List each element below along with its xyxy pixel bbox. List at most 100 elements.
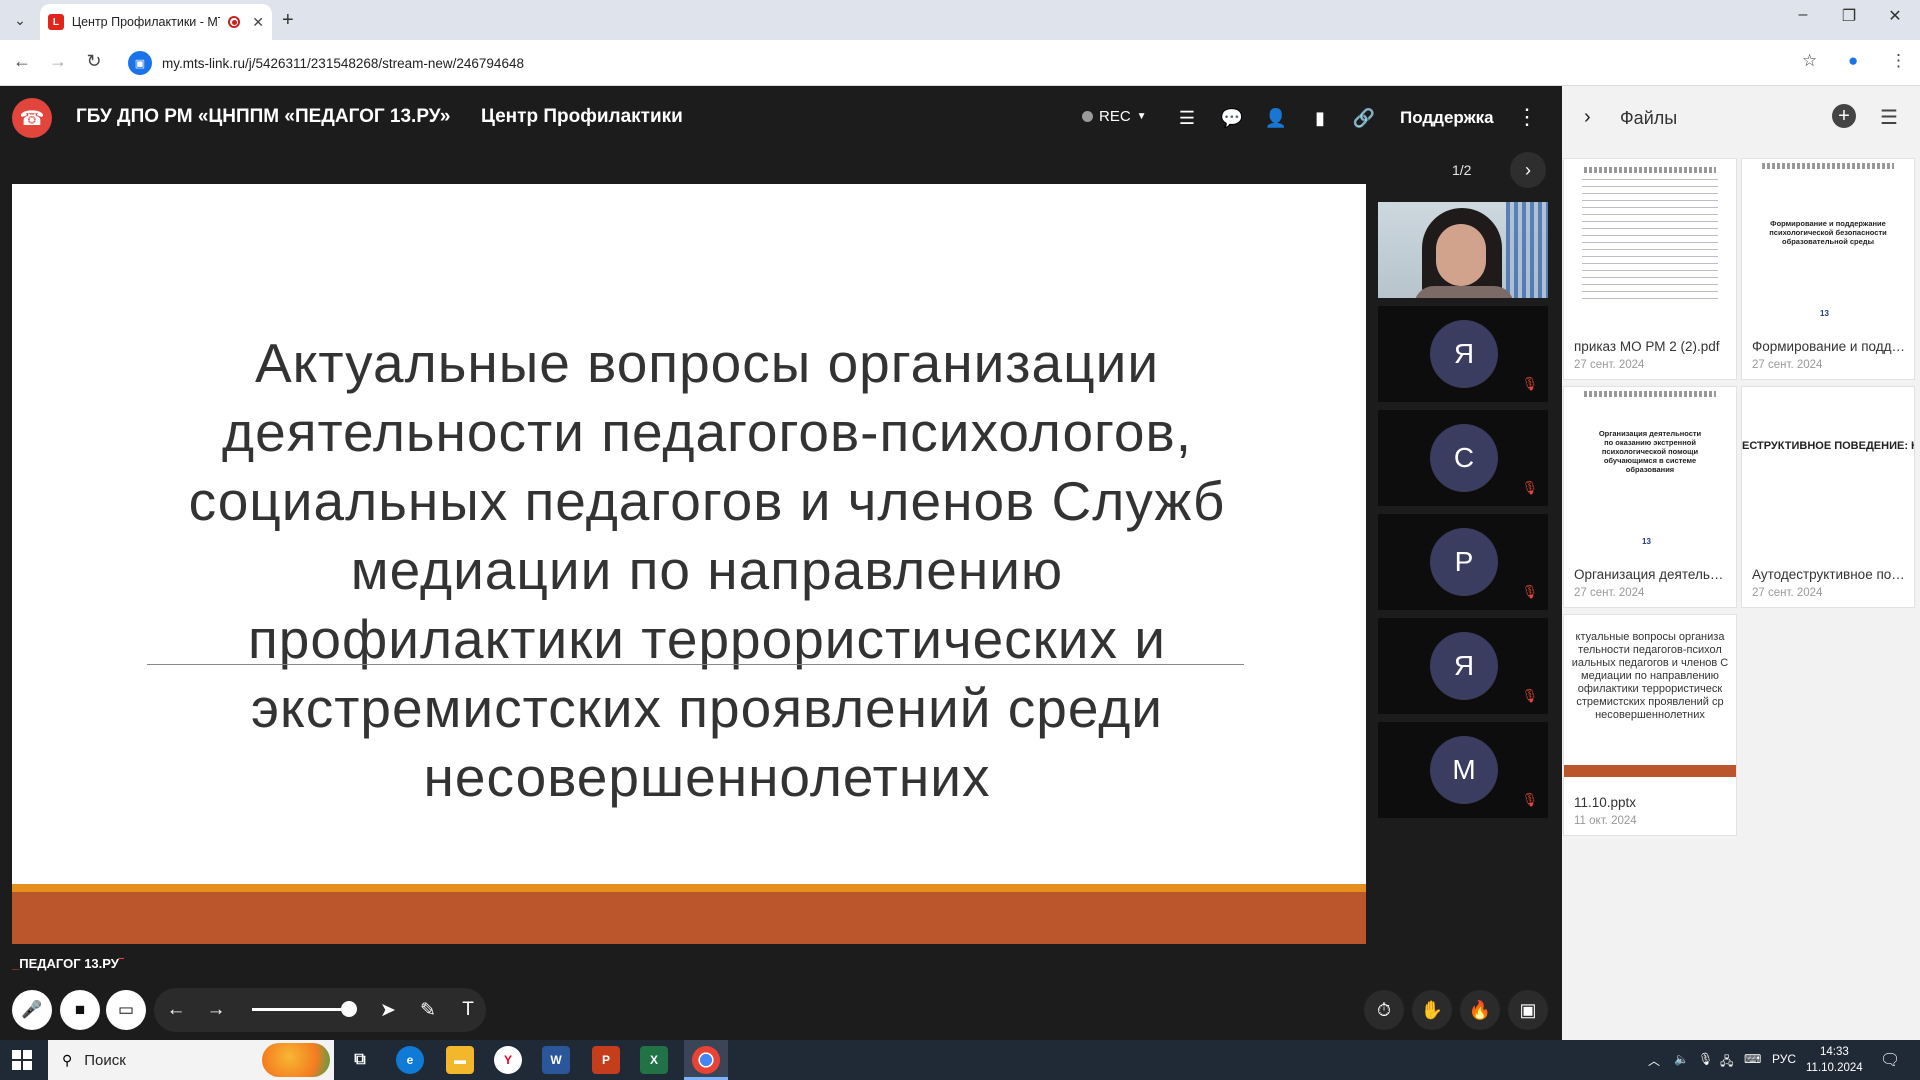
input-language[interactable]: РУС: [1772, 1052, 1796, 1066]
restore-icon[interactable]: ❐: [1826, 6, 1872, 26]
participant-tile[interactable]: Я 🎙: [1378, 618, 1548, 714]
profile-icon[interactable]: ●: [1848, 51, 1858, 71]
participant-avatar: С: [1430, 424, 1498, 492]
redo-arrow-icon[interactable]: →: [202, 996, 230, 1024]
next-slide-button[interactable]: ›: [1510, 152, 1546, 188]
file-thumbnail: [1564, 159, 1736, 323]
chevron-down-icon: ▼: [1136, 111, 1147, 122]
taskbar-clock[interactable]: 14:33 11.10.2024: [1806, 1044, 1863, 1076]
tray-mic-icon[interactable]: 🎙: [1698, 1052, 1713, 1066]
file-thumbnail: ЕСТРУКТИВНОЕ ПОВЕДЕНИЕ: НЫ, ПОСЛЕДСТВИЯ,…: [1742, 387, 1914, 551]
reload-icon[interactable]: ↻: [82, 51, 106, 72]
participants-icon[interactable]: 👤: [1262, 104, 1290, 132]
back-icon[interactable]: ←: [10, 51, 34, 72]
add-file-icon[interactable]: +: [1832, 104, 1856, 128]
clock-time: 14:33: [1819, 1046, 1849, 1058]
slide-accent-stripe: [12, 884, 1366, 892]
file-card[interactable]: приказ МО РМ 2 (2).pdf 27 сент. 2024: [1563, 158, 1737, 380]
close-window-icon[interactable]: ✕: [1872, 6, 1918, 26]
chrome-icon: [692, 1046, 720, 1074]
bookmark-star-icon[interactable]: ☆: [1802, 51, 1817, 71]
word-icon[interactable]: W: [542, 1046, 570, 1074]
thumb-line: несовершеннолетних: [1595, 709, 1705, 721]
powerpoint-icon[interactable]: P: [592, 1046, 620, 1074]
microphone-button[interactable]: 🎤: [12, 990, 52, 1030]
browser-tab-active[interactable]: L Центр Профилактики - МТ ✕: [40, 4, 272, 40]
participant-tile[interactable]: Я 🎙: [1378, 306, 1548, 402]
pencil-icon[interactable]: ✎: [414, 996, 442, 1024]
file-name: Аутодеструктивное поведение: [1752, 567, 1908, 582]
timer-icon: ⏱: [1376, 999, 1392, 1020]
video-person-face: [1436, 224, 1486, 286]
windows-taskbar: ⚲ Поиск ⧉ e ▬ Y W P X ︿ 🔈 🎙 🖧 ⌨ РУС 14:3…: [0, 1040, 1920, 1080]
agenda-icon[interactable]: ☰: [1173, 104, 1201, 132]
thumb-line: офилактики террористическ: [1577, 683, 1723, 695]
reactions-button[interactable]: 🔥: [1460, 990, 1500, 1030]
files-panel-title: Файлы: [1620, 108, 1678, 128]
thumb-title: Формирование и поддержание психологическ…: [1769, 219, 1887, 246]
yandex-browser-icon[interactable]: Y: [494, 1046, 522, 1074]
support-link[interactable]: Поддержка: [1400, 108, 1494, 128]
search-icon: ⚲: [62, 1051, 73, 1068]
browser-menu-icon[interactable]: ⋮: [1890, 51, 1907, 71]
raise-hand-button[interactable]: ✋: [1412, 990, 1452, 1030]
collapse-panel-icon[interactable]: ›: [1584, 106, 1591, 129]
hand-icon: ✋: [1420, 999, 1444, 1020]
stroke-width-slider-knob[interactable]: [341, 1001, 357, 1017]
file-card[interactable]: ктуальные вопросы организа тельности пед…: [1563, 614, 1737, 836]
edge-icon[interactable]: e: [396, 1046, 424, 1074]
brand-logo-text: ПЕДАГОГ 13.РУ: [19, 956, 119, 971]
link-icon[interactable]: 🔗: [1350, 104, 1378, 132]
forward-icon[interactable]: →: [46, 51, 70, 72]
file-card[interactable]: ЕСТРУКТИВНОЕ ПОВЕДЕНИЕ: НЫ, ПОСЛЕДСТВИЯ,…: [1741, 386, 1915, 608]
file-card[interactable]: Организация деятельности по оказанию экс…: [1563, 386, 1737, 608]
camera-button[interactable]: ■: [60, 990, 100, 1030]
files-icon[interactable]: ▮: [1306, 104, 1334, 132]
tab-close-icon[interactable]: ✕: [252, 14, 264, 31]
list-view-icon[interactable]: ☰: [1880, 105, 1898, 130]
file-name: Формирование и поддержание психологическ…: [1752, 339, 1908, 354]
mts-link-favicon-icon: L: [48, 14, 64, 30]
thumb-line: ктуальные вопросы организа: [1575, 631, 1725, 643]
excel-icon[interactable]: X: [640, 1046, 668, 1074]
brand-logo-accent: ‾: [118, 956, 124, 971]
site-info-icon[interactable]: ▣: [128, 51, 152, 75]
text-tool-icon[interactable]: T: [454, 996, 482, 1024]
speaker-icon[interactable]: 🔈: [1674, 1052, 1689, 1066]
file-card[interactable]: Формирование и поддержание психологическ…: [1741, 158, 1915, 380]
screen-share-button[interactable]: ▭: [106, 990, 146, 1030]
thumb-doc-lines: [1582, 179, 1718, 305]
chat-icon[interactable]: 💬: [1218, 104, 1246, 132]
participant-tile[interactable]: Р 🎙: [1378, 514, 1548, 610]
participant-tile[interactable]: М 🎙: [1378, 722, 1548, 818]
minimize-icon[interactable]: –: [1780, 6, 1826, 24]
monitor-icon: ▭: [117, 1000, 135, 1019]
mic-muted-icon: 🎙: [1521, 376, 1538, 391]
mic-muted-icon: 🎙: [1521, 584, 1538, 599]
pointer-icon[interactable]: ➤: [374, 996, 402, 1024]
keyboard-icon[interactable]: ⌨: [1744, 1052, 1761, 1066]
windows-start-icon[interactable]: [12, 1050, 32, 1070]
file-thumbnail: ктуальные вопросы организа тельности пед…: [1564, 615, 1736, 779]
undo-arrow-icon[interactable]: ←: [162, 996, 190, 1024]
network-icon[interactable]: 🖧: [1720, 1052, 1733, 1073]
new-tab-icon[interactable]: +: [282, 9, 294, 32]
stroke-width-slider[interactable]: [252, 1008, 348, 1011]
task-view-icon[interactable]: ⧉: [346, 1046, 374, 1074]
slide-divider: [147, 664, 1244, 665]
more-menu-icon[interactable]: ⋮: [1516, 104, 1538, 130]
files-panel-header: › Файлы + ☰: [1562, 86, 1920, 150]
layout-button[interactable]: ▣: [1508, 990, 1548, 1030]
address-bar[interactable]: ▣ my.mts-link.ru/j/5426311/231548268/str…: [120, 47, 1780, 79]
tray-chevron-icon[interactable]: ︿: [1648, 1052, 1660, 1069]
leave-call-button[interactable]: ☎: [12, 98, 52, 138]
timer-button[interactable]: ⏱: [1364, 990, 1404, 1030]
record-button[interactable]: REC ▼: [1082, 108, 1147, 125]
thumb-line: иальных педагогов и членов С: [1571, 657, 1729, 669]
participant-video-tile[interactable]: [1378, 202, 1548, 298]
participant-tile[interactable]: С 🎙: [1378, 410, 1548, 506]
tab-search-icon[interactable]: ⌄: [8, 8, 32, 32]
file-explorer-icon[interactable]: ▬: [446, 1046, 474, 1074]
notifications-icon[interactable]: 🗨: [1880, 1050, 1900, 1070]
taskbar-search-label: Поиск: [84, 1051, 126, 1069]
